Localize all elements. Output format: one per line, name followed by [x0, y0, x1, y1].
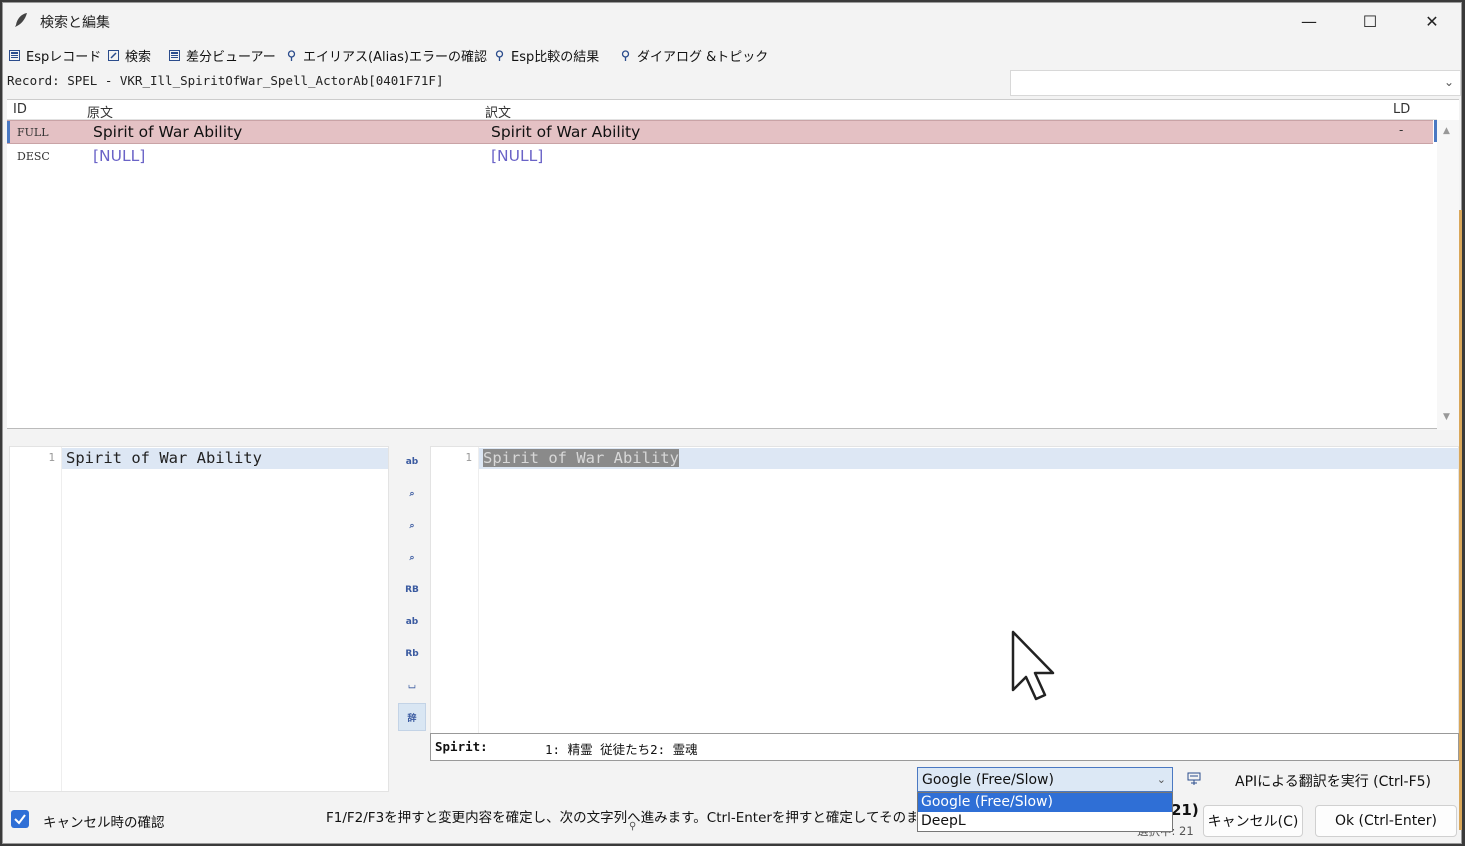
- dictionary-icon[interactable]: 辞: [398, 703, 426, 731]
- tab-bar: Espレコード 検索 差分ビューアー エイリアス(Alias)エラーの確認 Es…: [3, 41, 1461, 67]
- tab-label: Esp比較の結果: [511, 49, 600, 65]
- table-row[interactable]: FULL Spirit of War Ability Spirit of War…: [7, 120, 1433, 144]
- grid-icon: [9, 49, 20, 61]
- line-number: 1: [48, 451, 55, 464]
- cell-id: FULL: [17, 126, 49, 139]
- confirm-on-cancel-label: キャンセル時の確認: [43, 815, 165, 831]
- cancel-button-label: キャンセル(C): [1207, 814, 1299, 830]
- api-button-label: APIによる翻訳を実行 (Ctrl-F5): [1235, 774, 1432, 790]
- cell-id: DESC: [17, 150, 50, 163]
- column-header-id[interactable]: ID: [13, 102, 27, 117]
- engine-option-deepl[interactable]: DeepL: [918, 812, 1172, 831]
- cell-source: [NULL]: [93, 147, 146, 165]
- mouse-cursor-icon: [1011, 630, 1055, 701]
- capitalize-icon[interactable]: Rb: [398, 640, 426, 668]
- tab-dialogue-topics[interactable]: ダイアログ &トピック: [620, 45, 768, 65]
- dictionary-word: Spirit:: [435, 739, 488, 754]
- status-bar: キャンセル時の確認 F1/F2/F3を押すと変更内容を確定し、次の文字列へ進みま…: [3, 801, 1461, 841]
- tab-search[interactable]: 検索: [108, 45, 151, 65]
- line-gutter: 1: [10, 447, 62, 791]
- record-bar: Record: SPEL - VKR_Ill_SpiritOfWar_Spell…: [5, 69, 1461, 97]
- tab-label: 検索: [125, 49, 152, 65]
- line-number: 1: [465, 451, 472, 464]
- minimize-button[interactable]: —: [1278, 3, 1340, 39]
- engine-dropdown: Google (Free/Slow) DeepL: [917, 792, 1173, 832]
- chevron-down-icon: ⌄: [1156, 773, 1166, 786]
- find-next-icon[interactable]: ⌕: [398, 544, 426, 572]
- grid-header: ID 原文 訳文 LD: [7, 100, 1437, 121]
- engine-option-google[interactable]: Google (Free/Slow): [918, 793, 1172, 812]
- edit-icon: [108, 49, 119, 61]
- pin-icon: [495, 49, 504, 61]
- lowercase-icon[interactable]: ab: [398, 608, 426, 636]
- confirm-on-cancel-checkbox[interactable]: [11, 810, 29, 828]
- scroll-down-icon[interactable]: ▼: [1443, 412, 1450, 422]
- tab-diff-viewer[interactable]: 差分ビューアー: [169, 45, 276, 65]
- string-grid: ID 原文 訳文 LD FULL Spirit of War Ability S…: [7, 99, 1459, 430]
- column-header-source[interactable]: 原文: [87, 102, 113, 121]
- ok-button[interactable]: Ok (Ctrl-Enter): [1315, 805, 1457, 837]
- count-indicator: 21): [1171, 801, 1199, 819]
- scroll-up-icon[interactable]: ▲: [1443, 126, 1450, 136]
- find-prev-icon[interactable]: ⌕: [398, 512, 426, 540]
- grid-icon: [169, 49, 180, 61]
- column-header-ld[interactable]: LD: [1393, 102, 1410, 117]
- minimize-icon: —: [1301, 11, 1317, 31]
- translate-icon: [1187, 772, 1201, 785]
- column-header-translation[interactable]: 訳文: [485, 102, 511, 121]
- title-bar: 検索と編集 — ☐ ✕: [3, 3, 1461, 39]
- ab-replace-icon[interactable]: ab: [398, 448, 426, 476]
- row-selection-marker: [7, 121, 10, 143]
- record-combo[interactable]: ⌄: [1010, 70, 1461, 96]
- cancel-button[interactable]: キャンセル(C): [1203, 805, 1303, 837]
- cell-source: Spirit of War Ability: [93, 123, 243, 141]
- line-gutter: 1: [431, 447, 479, 733]
- pin-icon: ⚲: [629, 821, 637, 832]
- run-api-translation-button[interactable]: APIによる翻訳を実行 (Ctrl-F5): [1179, 767, 1459, 792]
- close-icon: ✕: [1425, 11, 1439, 31]
- current-line: Spirit of War Ability: [479, 448, 1458, 469]
- pin-icon: [621, 49, 630, 61]
- uppercase-icon[interactable]: RB: [398, 576, 426, 604]
- translation-engine-select[interactable]: Google (Free/Slow) ⌄: [917, 767, 1173, 792]
- search-icon[interactable]: ⌕: [398, 480, 426, 508]
- scroll-marker: [1434, 120, 1437, 142]
- editor-toolbar: ab ⌕ ⌕ ⌕ RB ab Rb ⌴ 辞: [396, 446, 428, 736]
- maximize-icon: ☐: [1362, 11, 1378, 31]
- window-title: 検索と編集: [40, 15, 110, 31]
- engine-selected: Google (Free/Slow): [922, 772, 1054, 788]
- hint-text: F1/F2/F3を押すと変更内容を確定し、次の文字列へ進みます。Ctrl-Ent…: [326, 810, 916, 826]
- feather-pen-icon: [15, 13, 27, 27]
- cell-translation: Spirit of War Ability: [491, 123, 641, 141]
- source-text: Spirit of War Ability: [66, 449, 262, 467]
- cell-translation: [NULL]: [491, 147, 544, 165]
- bracket-icon[interactable]: ⌴: [398, 672, 426, 700]
- tab-label: Espレコード: [26, 49, 102, 65]
- current-line: Spirit of War Ability: [62, 448, 388, 469]
- pin-icon: [287, 49, 296, 61]
- source-editor[interactable]: 1 Spirit of War Ability: [9, 446, 389, 792]
- grid-scrollbar[interactable]: ▲ ▼: [1434, 120, 1459, 430]
- record-label: Record: SPEL - VKR_Ill_SpiritOfWar_Spell…: [7, 73, 444, 88]
- tab-label: エイリアス(Alias)エラーの確認: [303, 49, 487, 65]
- tab-esp-compare[interactable]: Esp比較の結果: [494, 45, 599, 65]
- tab-label: ダイアログ &トピック: [637, 49, 769, 65]
- translation-text: Spirit of War Ability: [483, 449, 679, 467]
- tab-esp-record[interactable]: Espレコード: [9, 45, 101, 65]
- checkmark-icon: [14, 814, 26, 825]
- tab-alias-errors[interactable]: エイリアス(Alias)エラーの確認: [286, 45, 487, 65]
- chevron-down-icon: ⌄: [1443, 75, 1454, 89]
- cell-ld: -: [1399, 123, 1404, 137]
- tab-label: 差分ビューアー: [186, 49, 276, 65]
- dictionary-bar: Spirit: 1: 精霊 従徒たち2: 霊魂: [430, 733, 1459, 761]
- translation-editor[interactable]: 1 Spirit of War Ability: [430, 446, 1459, 734]
- background-accent: [1459, 210, 1462, 830]
- table-row[interactable]: DESC [NULL] [NULL]: [7, 145, 1433, 169]
- dictionary-entries: 1: 精霊 従徒たち2: 霊魂: [545, 742, 698, 757]
- close-button[interactable]: ✕: [1401, 3, 1463, 39]
- search-edit-window: 検索と編集 — ☐ ✕ Espレコード 検索 差分ビューアー エイリアス(Ali…: [2, 2, 1462, 844]
- ok-button-label: Ok (Ctrl-Enter): [1334, 813, 1438, 829]
- maximize-button[interactable]: ☐: [1339, 3, 1401, 39]
